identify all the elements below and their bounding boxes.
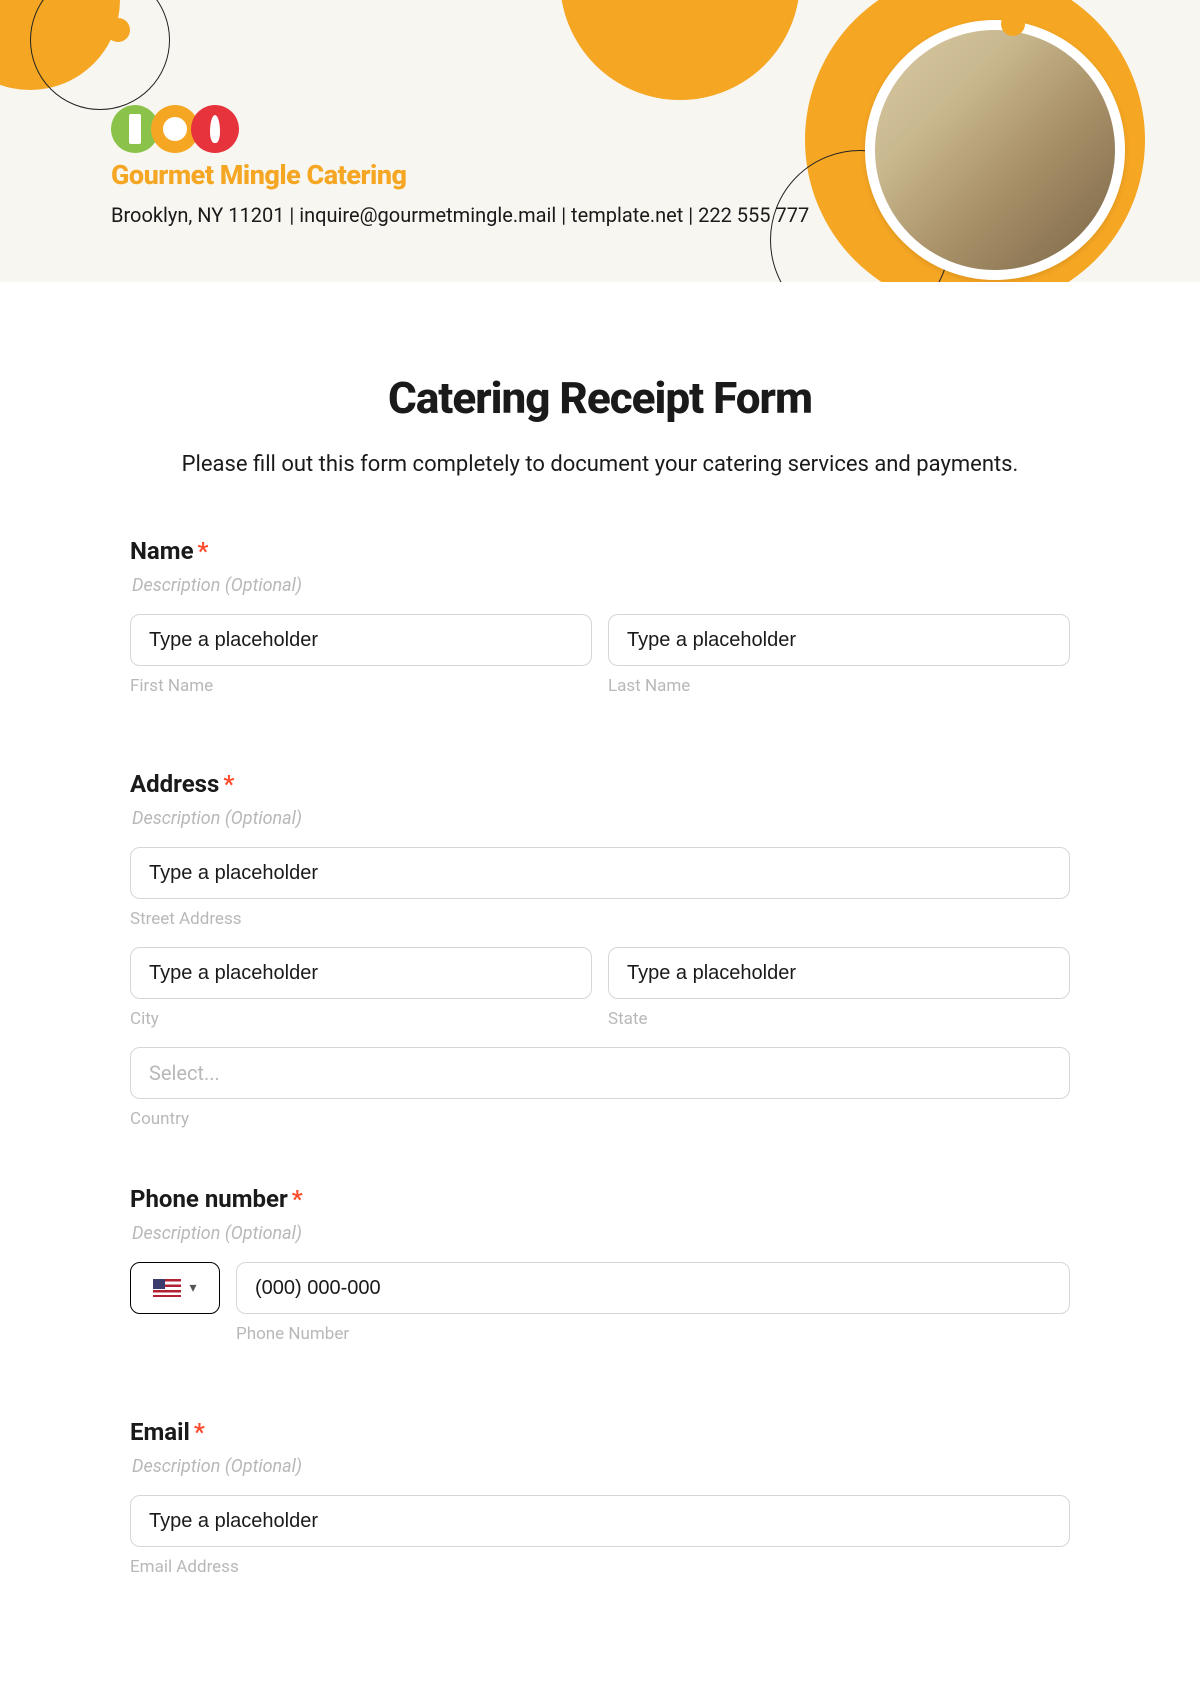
street-address-input[interactable] (130, 847, 1070, 899)
last-name-sublabel: Last Name (608, 676, 1070, 696)
field-label: Name* (130, 537, 1070, 565)
field-phone: Phone number* Description (Optional) ▾ P… (130, 1185, 1070, 1362)
field-description: Description (Optional) (130, 1456, 1070, 1477)
country-placeholder: Select... (149, 1061, 220, 1085)
company-name: Gourmet Mingle Catering (111, 159, 1200, 191)
country-select[interactable]: Select... (130, 1047, 1070, 1099)
country-sublabel: Country (130, 1109, 1070, 1129)
phone-sublabel: Phone Number (236, 1324, 1070, 1344)
state-input[interactable] (608, 947, 1070, 999)
city-sublabel: City (130, 1009, 592, 1029)
field-description: Description (Optional) (130, 808, 1070, 829)
last-name-input[interactable] (608, 614, 1070, 666)
required-asterisk: * (292, 1185, 303, 1213)
required-asterisk: * (198, 537, 209, 565)
form-container: Catering Receipt Form Please fill out th… (0, 282, 1200, 1693)
header-banner: Gourmet Mingle Catering Brooklyn, NY 112… (0, 0, 1200, 282)
chevron-down-icon: ▾ (189, 1280, 196, 1296)
field-description: Description (Optional) (130, 575, 1070, 596)
first-name-sublabel: First Name (130, 676, 592, 696)
street-sublabel: Street Address (130, 909, 1070, 929)
decor-dot (1001, 12, 1025, 36)
required-asterisk: * (223, 770, 234, 798)
page-title: Catering Receipt Form (130, 372, 1070, 424)
phone-input[interactable] (236, 1262, 1070, 1314)
field-label: Email* (130, 1418, 1070, 1446)
city-input[interactable] (130, 947, 592, 999)
field-description: Description (Optional) (130, 1223, 1070, 1244)
label-text: Address (130, 770, 219, 798)
state-sublabel: State (608, 1009, 1070, 1029)
label-text: Email (130, 1418, 190, 1446)
email-input[interactable] (130, 1495, 1070, 1547)
company-contact: Brooklyn, NY 11201 | inquire@gourmetming… (111, 203, 1200, 227)
country-code-selector[interactable]: ▾ (130, 1262, 220, 1314)
label-text: Name (130, 537, 194, 565)
required-asterisk: * (194, 1418, 205, 1446)
field-address: Address* Description (Optional) Street A… (130, 770, 1070, 1129)
field-email: Email* Description (Optional) Email Addr… (130, 1418, 1070, 1577)
email-sublabel: Email Address (130, 1557, 1070, 1577)
logo-spoon-icon (191, 105, 239, 153)
company-logo (111, 105, 1200, 153)
field-label: Phone number* (130, 1185, 1070, 1213)
page-subtitle: Please fill out this form completely to … (130, 452, 1070, 477)
flag-us-icon (153, 1279, 181, 1297)
first-name-input[interactable] (130, 614, 592, 666)
field-name: Name* Description (Optional) First Name … (130, 537, 1070, 714)
field-label: Address* (130, 770, 1070, 798)
label-text: Phone number (130, 1185, 288, 1213)
